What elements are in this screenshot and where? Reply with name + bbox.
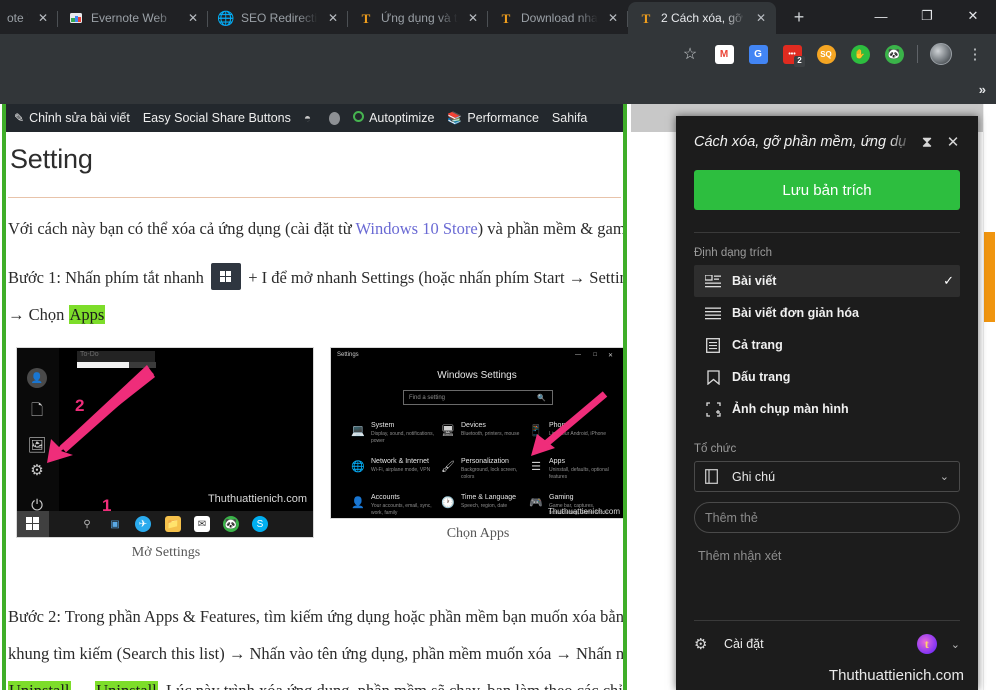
- simplified-article-icon: [702, 307, 724, 320]
- bookmark-bar: »: [0, 74, 996, 104]
- new-tab-button[interactable]: +: [784, 2, 814, 32]
- window-controls: — ❐ ✕: [858, 0, 996, 32]
- comment-badge: 2: [794, 56, 805, 67]
- tab-close-icon[interactable]: ✕: [34, 9, 52, 27]
- tab-label: 2 Cách xóa, gỡ: [661, 11, 743, 25]
- account-chevron-down-icon[interactable]: ⌄: [937, 638, 960, 651]
- collapse-icon[interactable]: ⧗: [914, 129, 940, 155]
- settings-label[interactable]: Cài đặt: [716, 637, 917, 651]
- star-glyph: ☆: [682, 46, 698, 63]
- avatar: [930, 43, 952, 65]
- thuthuat-icon: T: [641, 10, 651, 26]
- tab-label: ote Web: [7, 11, 28, 25]
- format-option-label: Cả trang: [732, 338, 783, 352]
- kebab-glyph: ⋮: [967, 45, 983, 63]
- tab-3[interactable]: T Ứng dụng và t ✕: [348, 2, 488, 34]
- toolbar-divider: [917, 45, 918, 63]
- format-option-full-page[interactable]: Cả trang: [694, 329, 960, 361]
- tab-label: SEO Redirectio: [241, 11, 318, 25]
- notebook-label: Ghi chú: [732, 469, 776, 484]
- comment-extension-icon[interactable]: ••• 2: [778, 40, 806, 68]
- gear-icon[interactable]: ⚙: [694, 635, 716, 653]
- tab-close-icon[interactable]: ✕: [464, 9, 482, 27]
- photos-icon: [68, 10, 84, 26]
- bookmark-icon: [702, 369, 724, 385]
- tab-close-icon[interactable]: ✕: [184, 9, 202, 27]
- seoquake-extension-icon[interactable]: SQ: [812, 40, 840, 68]
- page-scrollbar-thumb[interactable]: [984, 232, 995, 322]
- save-clip-button[interactable]: Lưu bản trích: [694, 170, 960, 210]
- google-translate-extension-icon[interactable]: G: [744, 40, 772, 68]
- screenshot-icon: [702, 401, 724, 417]
- clip-selection-frame: [2, 104, 627, 690]
- seoquake-glyph: SQ: [816, 44, 836, 64]
- translate-glyph: G: [748, 44, 768, 64]
- tab-4[interactable]: T Download nha ✕: [488, 2, 628, 34]
- clipper-title: Cách xóa, gỡ phần mềm, ứng dụ: [694, 134, 907, 150]
- bookmark-overflow-icon[interactable]: »: [979, 82, 986, 97]
- format-option-bookmark[interactable]: Dấu trang: [694, 361, 960, 393]
- notebook-icon: [705, 469, 725, 484]
- page-scrollbar[interactable]: [983, 104, 996, 690]
- bookmark-star-icon[interactable]: ☆: [676, 40, 704, 68]
- tab-label: Evernote Web: [91, 11, 167, 25]
- tab-label: Download nha: [521, 11, 598, 25]
- browser-toolbar: ☆ M G ••• 2 SQ ✋ 🐼 ⋮: [0, 34, 996, 74]
- format-option-label: Dấu trang: [732, 370, 791, 384]
- article-icon: [702, 274, 724, 288]
- clipper-footer: ⚙ Cài đặt t ⌄: [694, 620, 960, 654]
- tab-label: Ứng dụng và t: [381, 11, 458, 25]
- minimize-button[interactable]: —: [858, 0, 904, 32]
- gmail-extension-icon[interactable]: M: [710, 40, 738, 68]
- tab-close-icon[interactable]: ✕: [604, 9, 622, 27]
- profile-avatar[interactable]: [927, 40, 955, 68]
- close-button[interactable]: ✕: [950, 0, 996, 32]
- clipper-divider: [694, 232, 960, 233]
- format-option-label: Ảnh chụp màn hình: [732, 402, 849, 416]
- chrome-menu-button[interactable]: ⋮: [961, 40, 989, 68]
- tab-5-active[interactable]: T 2 Cách xóa, gỡ ✕: [628, 2, 776, 34]
- thuthuat-icon: T: [501, 10, 511, 26]
- format-option-screenshot[interactable]: Ảnh chụp màn hình: [694, 393, 960, 425]
- evernote-clipper-panel: Cách xóa, gỡ phần mềm, ứng dụ ⧗ ✕ Lưu bả…: [676, 116, 978, 690]
- tab-0[interactable]: ● ote Web ✕: [0, 2, 58, 34]
- thumbs-up-extension-icon[interactable]: ✋: [846, 40, 874, 68]
- format-option-label: Bài viết: [732, 274, 777, 288]
- thumb-glyph: ✋: [850, 44, 870, 64]
- comment-input[interactable]: Thêm nhận xét: [698, 549, 978, 563]
- browser-window: ● ote Web ✕ Evernote Web ✕ 🌐 SEO Redirec…: [0, 0, 996, 690]
- tab-close-icon[interactable]: ✕: [324, 9, 342, 27]
- chevron-down-icon[interactable]: ⌄: [940, 470, 949, 483]
- close-icon[interactable]: ✕: [940, 129, 966, 155]
- tab-2[interactable]: 🌐 SEO Redirectio ✕: [208, 2, 348, 34]
- maximize-button[interactable]: ❐: [904, 0, 950, 32]
- evernote-glyph: 🐼: [884, 44, 904, 64]
- thuthuat-icon: T: [361, 10, 371, 26]
- globe-icon: 🌐: [217, 10, 235, 26]
- clipper-header: Cách xóa, gỡ phần mềm, ứng dụ ⧗ ✕: [676, 116, 978, 168]
- evernote-clipper-extension-icon[interactable]: 🐼: [880, 40, 908, 68]
- format-option-simplified-article[interactable]: Bài viết đơn giản hóa: [694, 297, 960, 329]
- panel-watermark: Thuthuattienich.com: [828, 667, 964, 684]
- tag-input[interactable]: Thêm thẻ: [694, 502, 960, 533]
- tab-close-icon[interactable]: ✕: [752, 9, 770, 27]
- user-avatar[interactable]: t: [916, 634, 937, 654]
- check-icon: ✓: [943, 273, 954, 288]
- gmail-glyph: M: [714, 44, 734, 64]
- tab-1[interactable]: Evernote Web ✕: [58, 2, 208, 34]
- notebook-selector[interactable]: Ghi chú ⌄: [694, 461, 960, 492]
- format-option-label: Bài viết đơn giản hóa: [732, 306, 859, 320]
- organize-section-label: Tổ chức: [694, 443, 737, 455]
- format-section-label: Định dạng trích: [694, 247, 772, 259]
- format-option-article[interactable]: Bài viết ✓: [694, 265, 960, 297]
- tab-strip: ● ote Web ✕ Evernote Web ✕ 🌐 SEO Redirec…: [0, 0, 996, 34]
- full-page-icon: [702, 337, 724, 353]
- tag-placeholder: Thêm thẻ: [705, 510, 758, 525]
